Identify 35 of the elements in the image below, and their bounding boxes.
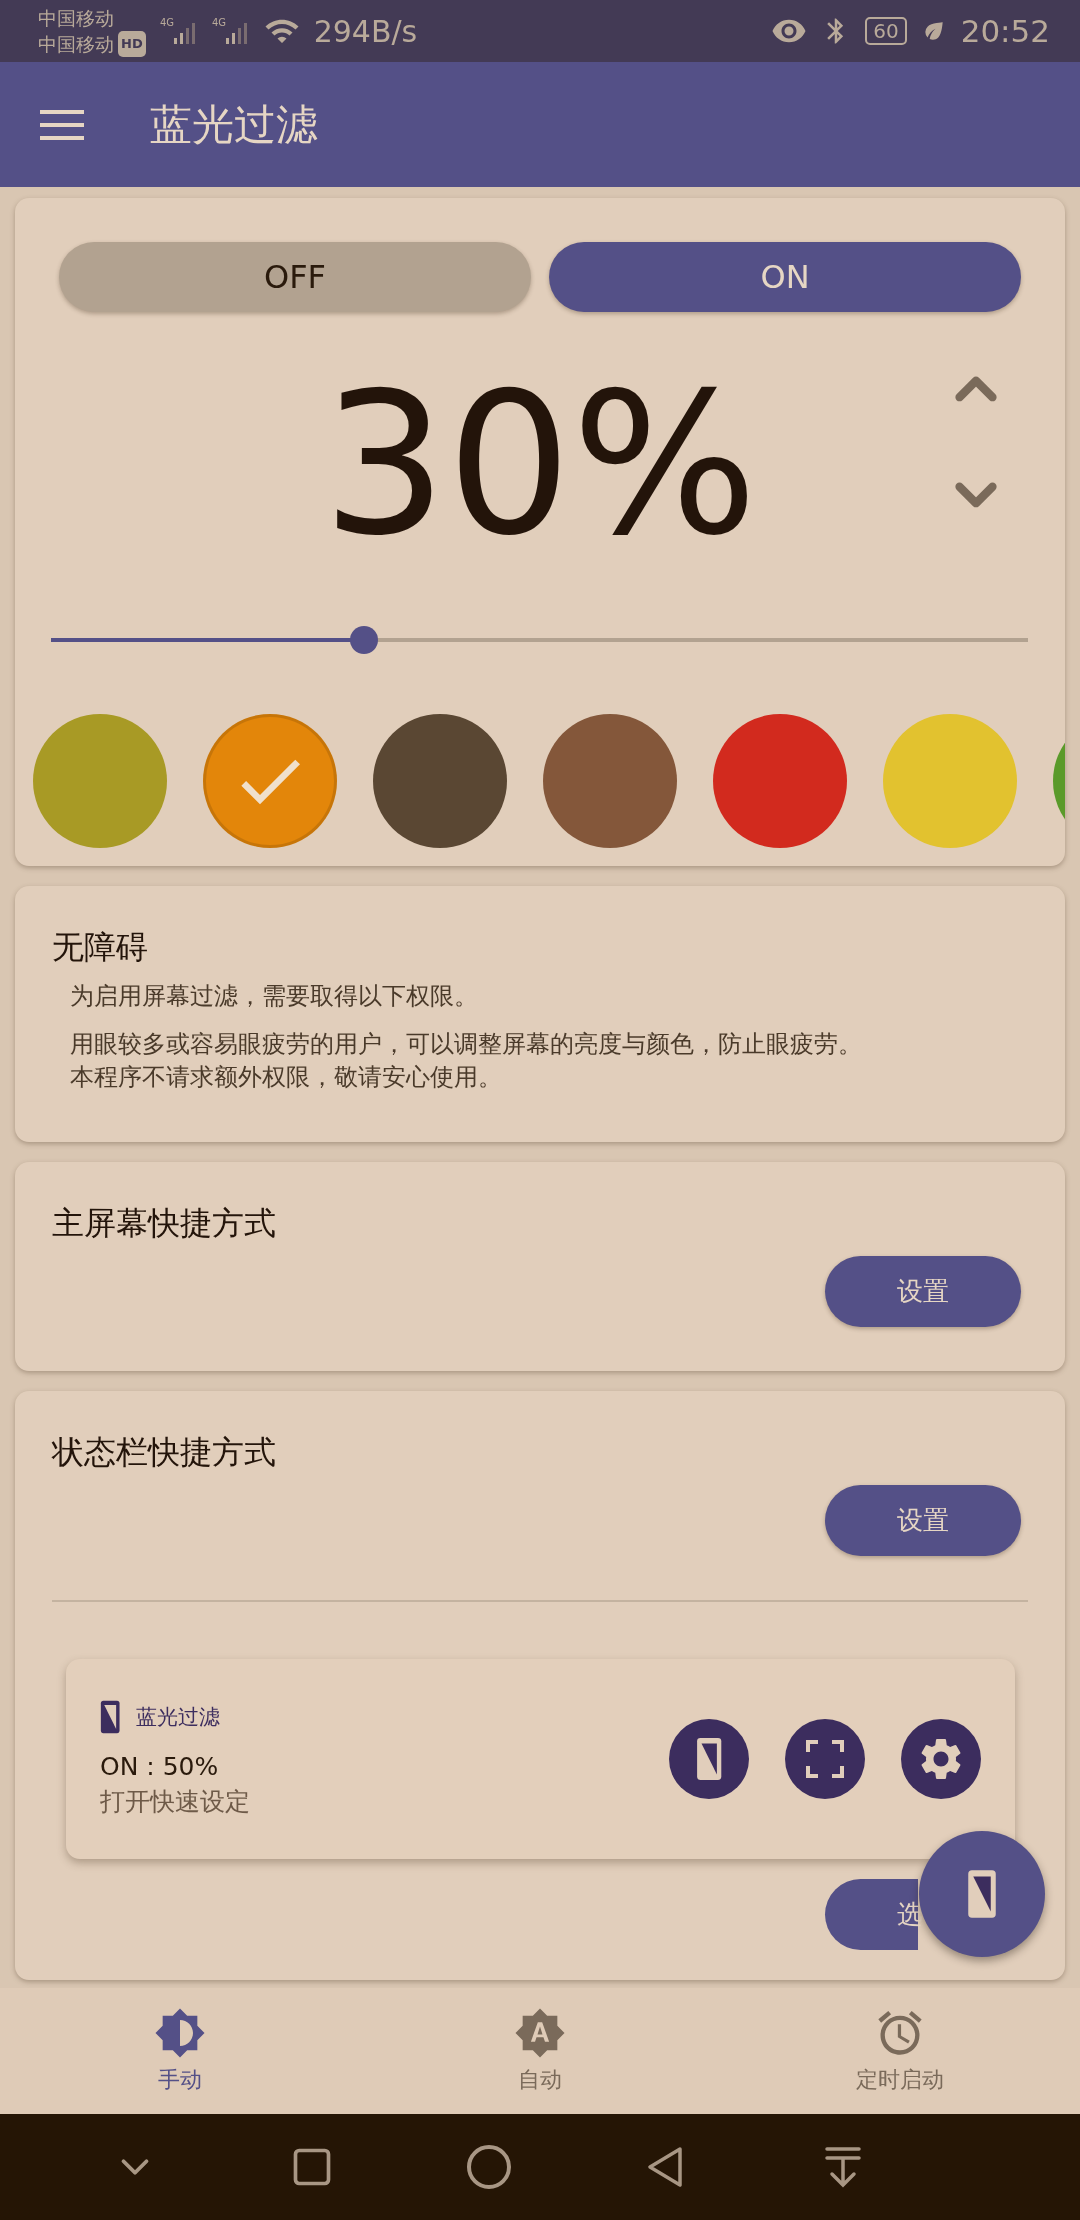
menu-icon[interactable] [40, 108, 84, 141]
bottom-nav-tab[interactable]: 定时启动 [720, 1988, 1080, 2114]
settings-button[interactable]: 设置 [825, 1485, 1021, 1556]
description-text: 用眼较多或容易眼疲劳的用户，可以调整屏幕的亮度与颜色，防止眼疲劳。 [69, 1029, 863, 1060]
toggle-button[interactable]: ON [549, 242, 1021, 312]
phone-filter-icon [967, 1869, 997, 1919]
carrier-text: 中国移动 [38, 6, 115, 31]
carrier-text: 中国移动 [38, 32, 114, 57]
notification-app-name: 蓝光过滤 [136, 1704, 221, 1731]
slider-thumb[interactable] [349, 626, 378, 654]
card-title: 无障碍 [51, 927, 149, 968]
hd-badge: HD [118, 31, 146, 57]
pull-down-icon [823, 2145, 863, 2189]
battery-icon: 60 [865, 17, 907, 45]
bottom-nav-tab[interactable]: 手动 [0, 1988, 360, 2114]
brightness-icon [154, 2007, 206, 2059]
filter-percentage: 30% [322, 366, 758, 562]
fullscreen-icon [805, 1739, 845, 1779]
notification-status: ON : 50% [100, 1752, 220, 1781]
notification-subtitle: 打开快速设定 [100, 1786, 251, 1818]
app-title: 蓝光过滤 [150, 98, 318, 151]
toggle-button[interactable]: OFF [59, 242, 531, 312]
card-title: 状态栏快捷方式 [50, 1432, 277, 1473]
clock-time: 20:52 [960, 13, 1050, 49]
circle-icon [465, 2143, 513, 2191]
card-title: 主屏幕快捷方式 [51, 1203, 277, 1244]
settings-button[interactable]: 设置 [825, 1256, 1021, 1327]
auto-brightness-icon [514, 2007, 566, 2059]
phone-filter-icon [695, 1737, 723, 1781]
description-text: 为启用屏幕过滤，需要取得以下权限。 [69, 981, 479, 1012]
network-speed: 294B/s [313, 13, 418, 49]
app-icon [100, 1700, 121, 1734]
description-text: 本程序不请求额外权限，敬请安心使用。 [69, 1062, 503, 1093]
home-button[interactable] [464, 2142, 514, 2192]
bottom-nav-tab[interactable]: 自动 [360, 1988, 720, 2114]
